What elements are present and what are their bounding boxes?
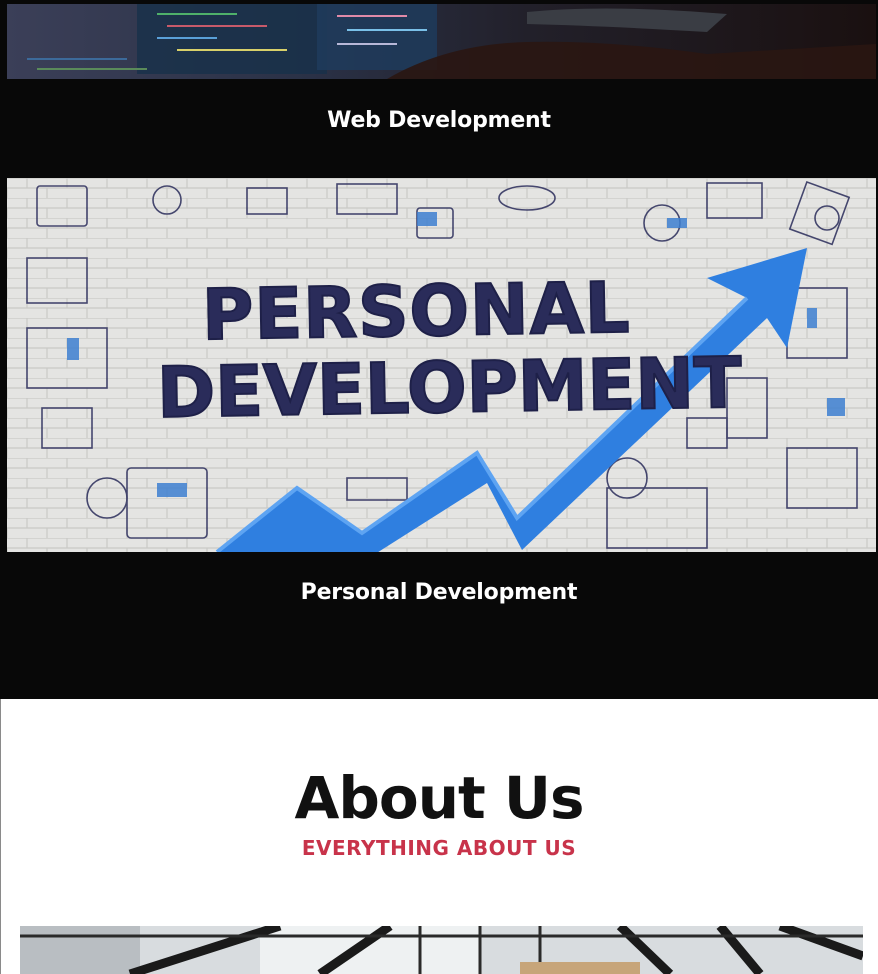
about-subheading: EVERYTHING ABOUT US bbox=[301, 836, 577, 860]
personal-development-title[interactable]: Personal Development bbox=[0, 580, 878, 605]
svg-text:DEVELOPMENT: DEVELOPMENT bbox=[156, 342, 742, 434]
about-image bbox=[20, 926, 863, 974]
web-development-title[interactable]: Web Development bbox=[0, 108, 878, 133]
services-section: Web Development PERSONAL DEVELOPMENT Per… bbox=[0, 0, 878, 699]
personal-development-image[interactable]: PERSONAL DEVELOPMENT bbox=[7, 178, 876, 552]
about-heading: About Us bbox=[294, 764, 584, 832]
svg-text:PERSONAL: PERSONAL bbox=[201, 267, 631, 356]
web-development-image[interactable] bbox=[7, 4, 876, 79]
